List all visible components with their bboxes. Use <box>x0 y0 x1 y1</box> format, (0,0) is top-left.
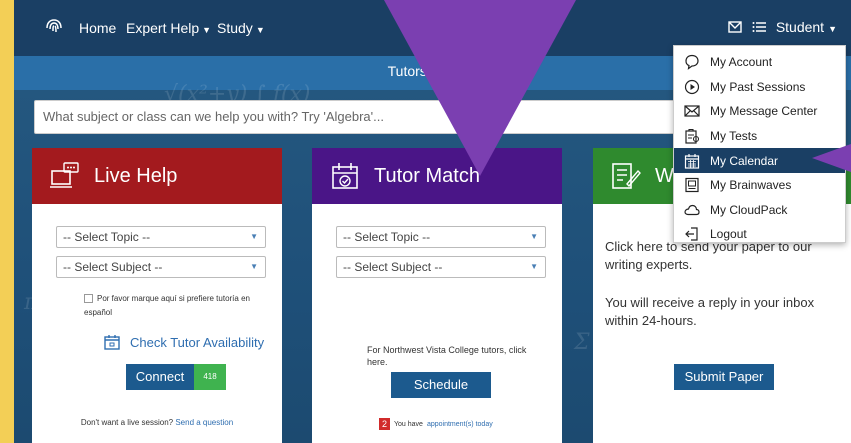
menu-item-my-account[interactable]: My Account <box>674 50 845 75</box>
nav-expert-help[interactable]: Expert Help ▼ <box>126 20 211 36</box>
menu-item-label: My CloudPack <box>710 202 788 217</box>
live-help-card: Live Help -- Select Topic -- ▼ -- Select … <box>32 148 282 443</box>
live-help-title: Live Help <box>94 164 178 187</box>
menu-item-my-message-center[interactable]: My Message Center <box>674 99 845 124</box>
envelope-icon <box>684 105 700 118</box>
topic-select-value: -- Select Topic -- <box>63 230 151 244</box>
speech-bubble-icon <box>685 55 699 71</box>
spanish-option: Por favor marque aquí si prefiere tutorí… <box>84 292 254 320</box>
student-menu[interactable]: Student ▼ <box>776 19 837 35</box>
send-question-text: Don't want a live session? <box>80 418 174 427</box>
student-menu-label: Student <box>775 19 825 35</box>
chevron-down-icon: ▼ <box>202 25 212 35</box>
document-pen-icon <box>612 163 641 189</box>
menu-item-label: My Past Sessions <box>710 79 806 94</box>
chevron-down-icon: ▼ <box>255 25 265 35</box>
calendar-icon <box>104 335 120 350</box>
chevron-down-icon: ▼ <box>530 262 538 271</box>
connect-label: Connect <box>135 369 185 384</box>
chevron-down-icon: ▼ <box>828 24 837 34</box>
menu-item-my-brainwaves[interactable]: My Brainwaves <box>674 173 845 198</box>
appointment-count-badge: 2 <box>379 418 391 430</box>
nvc-tutors-link[interactable]: For Northwest Vista College tutors, clic… <box>367 344 527 368</box>
menu-item-label: My Account <box>710 55 773 70</box>
menu-item-label: My Tests <box>710 129 758 144</box>
connect-count-badge: 418 <box>194 364 226 390</box>
mail-icon[interactable] <box>728 21 742 33</box>
writing-line-2: You will receive a reply in your inbox w… <box>605 295 815 328</box>
calendar-icon <box>684 153 700 169</box>
check-availability-text: Check Tutor Availability <box>130 334 265 350</box>
menu-item-label: My Calendar <box>710 153 779 168</box>
send-question-line: Don't want a live session? Send a questi… <box>32 418 282 427</box>
topic-select-value: -- Select Topic -- <box>343 230 431 244</box>
menu-item-label: Logout <box>710 227 747 242</box>
writing-title: W <box>655 164 674 187</box>
purple-arrow-down-annotation <box>384 0 576 176</box>
spanish-checkbox[interactable] <box>84 294 93 304</box>
chevron-down-icon: ▼ <box>250 262 258 271</box>
logout-icon <box>685 227 698 242</box>
purple-arrow-left-annotation <box>812 140 851 176</box>
live-help-body: -- Select Topic -- ▼ -- Select Subject --… <box>32 204 282 443</box>
nav-expert-help-label: Expert Help <box>126 20 200 36</box>
brainwaves-icon <box>685 178 699 193</box>
chevron-down-icon: ▼ <box>250 232 258 241</box>
calendar-check-icon <box>332 163 358 189</box>
list-icon[interactable] <box>752 21 766 33</box>
tutor-match-topic-select[interactable]: -- Select Topic -- ▼ <box>336 226 546 248</box>
cloud-icon <box>684 204 700 215</box>
menu-item-logout[interactable]: Logout <box>674 222 845 247</box>
computer-chat-icon <box>50 162 79 188</box>
nav-study[interactable]: Study ▼ <box>217 20 265 36</box>
chevron-down-icon: ▼ <box>530 232 538 241</box>
menu-item-my-past-sessions[interactable]: My Past Sessions <box>674 75 845 100</box>
play-circle-icon <box>684 79 700 94</box>
right-nav: Student ▼ <box>728 19 837 35</box>
menu-item-label: My Brainwaves <box>710 178 792 193</box>
nav-study-label: Study <box>217 20 253 36</box>
tutor-match-card: Tutor Match -- Select Topic -- ▼ -- Selec… <box>312 148 562 443</box>
appointments-link[interactable]: appointment(s) today <box>427 421 493 428</box>
tutor-match-body: -- Select Topic -- ▼ -- Select Subject --… <box>312 204 562 443</box>
subject-select-value: -- Select Subject -- <box>63 260 163 274</box>
fingerprint-logo-icon[interactable] <box>44 18 64 38</box>
tutor-match-subject-select[interactable]: -- Select Subject -- ▼ <box>336 256 546 278</box>
test-clipboard-icon <box>685 129 700 144</box>
send-question-link[interactable]: Send a question <box>175 418 233 427</box>
appointments-line: 2 You have appointment(s) today <box>379 418 493 430</box>
menu-item-my-cloudpack[interactable]: My CloudPack <box>674 198 845 223</box>
schedule-button[interactable]: Schedule <box>391 372 491 398</box>
appointment-text: You have <box>394 420 423 428</box>
menu-item-label: My Message Center <box>710 104 818 119</box>
spanish-checkbox-label: Por favor marque aquí si prefiere tutorí… <box>84 294 250 317</box>
live-help-topic-select[interactable]: -- Select Topic -- ▼ <box>56 226 266 248</box>
submit-paper-button[interactable]: Submit Paper <box>674 364 774 390</box>
connect-button[interactable]: Connect 418 <box>126 364 226 390</box>
live-help-subject-select[interactable]: -- Select Subject -- ▼ <box>56 256 266 278</box>
subject-select-value: -- Select Subject -- <box>343 260 443 274</box>
check-tutor-availability-link[interactable]: Check Tutor Availability <box>104 334 264 350</box>
live-help-header: Live Help <box>32 148 282 204</box>
nav-home[interactable]: Home <box>79 20 116 36</box>
